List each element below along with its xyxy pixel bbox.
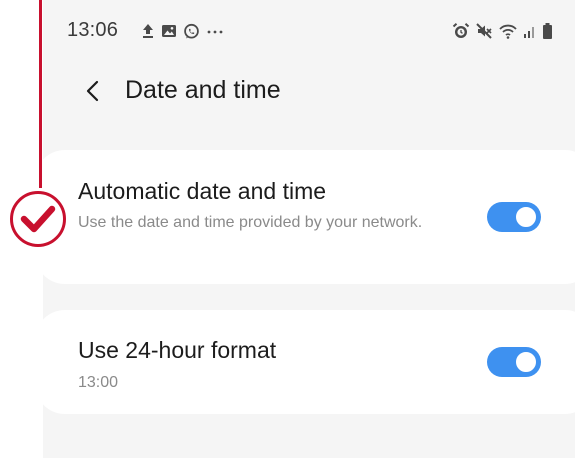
automatic-date-time-title: Automatic date and time bbox=[78, 178, 327, 204]
more-dots-icon bbox=[206, 23, 224, 39]
24-hour-format-toggle[interactable] bbox=[487, 347, 541, 377]
24-hour-format-subtitle: 13:00 bbox=[78, 374, 119, 391]
toggle-knob bbox=[513, 349, 539, 375]
gallery-icon bbox=[161, 23, 177, 39]
checkmark-icon bbox=[20, 204, 56, 234]
page-title: Date and time bbox=[125, 76, 281, 104]
battery-icon bbox=[542, 22, 553, 40]
status-right-icons bbox=[452, 20, 553, 42]
status-bar: 13:06 bbox=[43, 0, 575, 60]
toggle-knob bbox=[513, 204, 539, 230]
annotation-line bbox=[39, 0, 42, 188]
automatic-date-time-row[interactable]: Automatic date and time Use the date and… bbox=[43, 150, 575, 284]
alarm-icon bbox=[452, 22, 470, 40]
page: 13:06 Date and time Automatic date and t… bbox=[0, 0, 575, 458]
automatic-date-time-subtitle: Use the date and time provided by your n… bbox=[78, 214, 423, 231]
24-hour-format-title: Use 24-hour format bbox=[78, 337, 277, 363]
back-button[interactable] bbox=[77, 74, 107, 108]
24-hour-format-row[interactable]: Use 24-hour format 13:00 bbox=[43, 310, 575, 414]
annotation-marker bbox=[10, 191, 66, 247]
status-time: 13:06 bbox=[67, 19, 119, 41]
wifi-icon bbox=[498, 22, 518, 40]
status-left-icons bbox=[141, 20, 224, 42]
signal-icon bbox=[523, 23, 537, 39]
automatic-date-time-toggle[interactable] bbox=[487, 202, 541, 232]
phone-screen: 13:06 Date and time Automatic date and t… bbox=[43, 0, 575, 458]
whatsapp-icon bbox=[183, 23, 200, 40]
chevron-left-icon bbox=[84, 79, 100, 103]
app-header: Date and time bbox=[43, 64, 575, 118]
mute-icon bbox=[475, 22, 493, 40]
upload-icon bbox=[141, 23, 155, 39]
